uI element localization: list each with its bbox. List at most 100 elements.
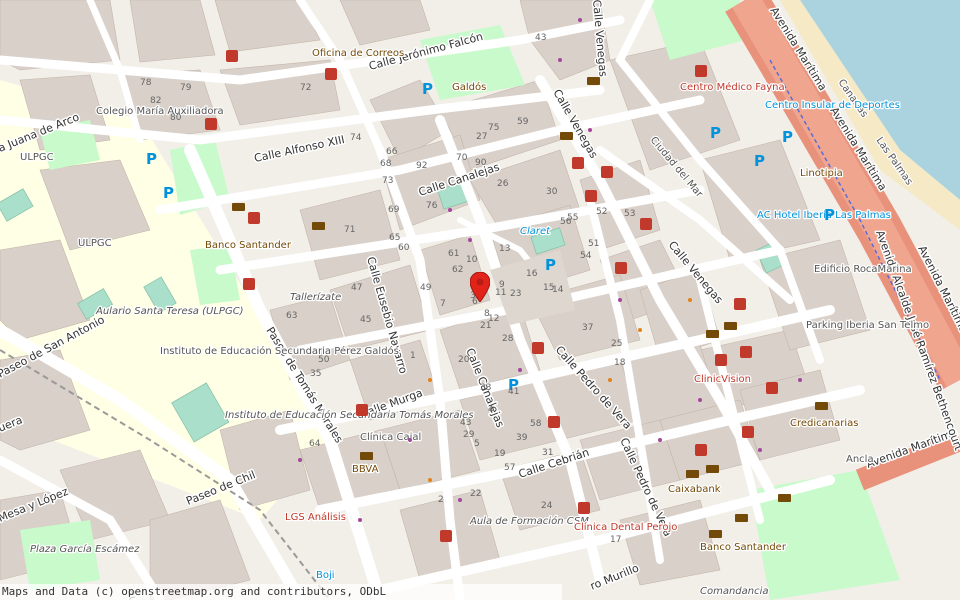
poi-aulario: Aulario Santa Teresa (ULPGC)	[95, 306, 244, 317]
svg-text:41: 41	[508, 387, 519, 397]
svg-text:76: 76	[426, 201, 438, 211]
svg-text:50: 50	[318, 355, 330, 365]
poi-instituto-1: Instituto de Educación Secundaria Pérez …	[160, 345, 399, 357]
map-attribution[interactable]: Maps and Data (c) openstreetmap.org and …	[0, 584, 562, 600]
poi-boji: Boji	[316, 570, 335, 581]
svg-text:82: 82	[150, 96, 161, 106]
location-pin-icon[interactable]	[470, 272, 490, 302]
svg-text:47: 47	[351, 283, 362, 293]
svg-text:10: 10	[466, 255, 478, 265]
svg-text:57: 57	[504, 463, 515, 473]
svg-text:28: 28	[502, 334, 514, 344]
svg-text:45: 45	[360, 315, 371, 325]
poi-clinica-dental: Clínica Dental Perojo	[574, 521, 677, 533]
poi-instituto-2: Instituto de Educación Secundaria Tomás …	[225, 409, 474, 421]
svg-text:52: 52	[596, 207, 607, 217]
svg-text:P: P	[146, 150, 157, 168]
poi-clinicvision: ClinicVision	[694, 374, 751, 385]
svg-text:75: 75	[488, 123, 499, 133]
svg-text:4: 4	[488, 405, 494, 415]
poi-ulpgc-1: ULPGC	[20, 152, 54, 163]
svg-text:60: 60	[398, 243, 410, 253]
svg-text:59: 59	[517, 117, 529, 127]
poi-lgs-analisis: LGS Análisis	[285, 511, 346, 523]
poi-colegio: Colegio María Auxiliadora	[96, 105, 224, 117]
svg-text:51: 51	[588, 239, 599, 249]
svg-text:20: 20	[458, 355, 470, 365]
svg-text:90: 90	[475, 158, 487, 168]
svg-text:19: 19	[494, 449, 506, 459]
svg-text:53: 53	[624, 209, 635, 219]
svg-text:71: 71	[344, 225, 355, 235]
poi-banco-santander-1: Banco Santander	[205, 240, 292, 251]
svg-text:18: 18	[614, 358, 626, 368]
svg-text:54: 54	[580, 251, 592, 261]
svg-text:70: 70	[456, 153, 468, 163]
svg-text:69: 69	[388, 205, 400, 215]
poi-edificio-rocamarina: Edificio RocaMarina	[814, 264, 912, 275]
poi-claret: Claret	[520, 226, 551, 237]
poi-tallerizate: Tallerízate	[290, 291, 341, 303]
svg-text:26: 26	[497, 179, 509, 189]
svg-text:58: 58	[530, 419, 542, 429]
poi-galdos: Galdós	[452, 81, 486, 93]
svg-text:63: 63	[286, 311, 297, 321]
svg-text:37: 37	[582, 323, 593, 333]
svg-text:29: 29	[463, 430, 475, 440]
svg-text:78: 78	[140, 78, 152, 88]
poi-clinica-cajal: Clínica Cajal	[360, 431, 421, 443]
poi-parking-iberia: Parking Iberia San Telmo	[806, 320, 929, 331]
svg-text:79: 79	[180, 83, 192, 93]
svg-text:2: 2	[438, 495, 444, 505]
poi-aula-formacion: Aula de Formación CSM	[469, 515, 589, 527]
svg-text:P: P	[710, 124, 721, 142]
svg-text:13: 13	[499, 244, 510, 254]
poi-centro-insular: Centro Insular de Deportes	[765, 100, 900, 111]
svg-text:24: 24	[541, 501, 553, 511]
svg-text:17: 17	[610, 535, 621, 545]
svg-text:35: 35	[310, 369, 321, 379]
svg-text:27: 27	[476, 132, 487, 142]
poi-ulpgc-2: ULPGC	[78, 238, 112, 249]
svg-text:22: 22	[470, 489, 481, 499]
svg-text:92: 92	[416, 161, 427, 171]
svg-text:72: 72	[300, 83, 311, 93]
svg-text:49: 49	[420, 283, 432, 293]
svg-text:1: 1	[410, 351, 416, 361]
svg-text:P: P	[824, 206, 835, 224]
svg-text:62: 62	[452, 265, 463, 275]
svg-text:P: P	[422, 80, 433, 98]
svg-text:74: 74	[350, 133, 362, 143]
poi-oficina-correos: Oficina de Correos	[312, 48, 404, 59]
svg-text:61: 61	[448, 249, 459, 259]
svg-text:68: 68	[380, 159, 392, 169]
svg-text:31: 31	[542, 448, 553, 458]
poi-banco-santander-2: Banco Santander	[700, 542, 787, 553]
svg-text:P: P	[545, 256, 556, 274]
svg-text:80: 80	[170, 113, 182, 123]
svg-text:33: 33	[480, 383, 491, 393]
svg-text:8: 8	[484, 309, 490, 319]
map-view[interactable]: Avenida Marítima Avenida Marítima Avenid…	[0, 0, 960, 600]
poi-caixabank: Caixabank	[668, 484, 721, 495]
svg-text:43: 43	[460, 418, 471, 428]
svg-text:P: P	[163, 184, 174, 202]
svg-text:14: 14	[552, 285, 564, 295]
svg-text:66: 66	[386, 147, 398, 157]
poi-linotipia: Linotipia	[800, 168, 843, 179]
svg-text:65: 65	[389, 233, 400, 243]
poi-plaza-garcia: Plaza García Escámez	[30, 543, 140, 555]
svg-text:23: 23	[510, 289, 521, 299]
poi-comandancia: Comandancia	[700, 586, 769, 597]
svg-text:39: 39	[516, 433, 528, 443]
svg-text:9: 9	[499, 280, 505, 290]
svg-text:73: 73	[382, 176, 393, 186]
poi-ancla: Ancla	[846, 454, 874, 465]
poi-centro-medico-fayna: Centro Médico Fayna	[680, 81, 785, 93]
svg-text:25: 25	[611, 339, 622, 349]
poi-bbva: BBVA	[352, 464, 379, 475]
poi-credicanarias: Credicanarias	[790, 418, 858, 429]
svg-text:7: 7	[440, 299, 446, 309]
svg-text:64: 64	[309, 439, 321, 449]
svg-text:P: P	[782, 128, 793, 146]
